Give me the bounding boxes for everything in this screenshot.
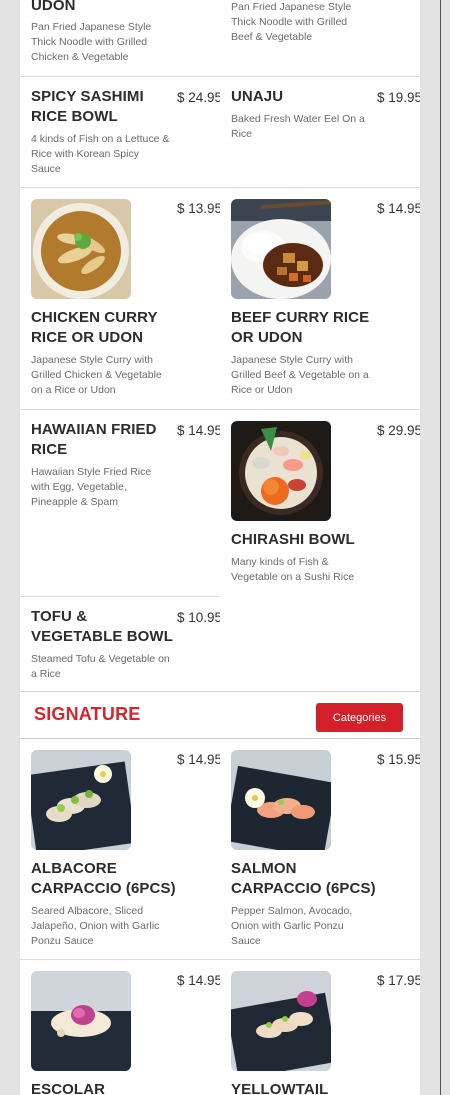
menu-item-udon[interactable]: UDON Pan Fried Japanese Style Thick Nood…	[20, 0, 220, 76]
item-price: $ 14.95	[177, 973, 220, 988]
menu-item-albacore-carpaccio[interactable]: $ 14.95 ALBACORE CARPACCIO (6PCS) Seared…	[20, 739, 220, 959]
menu-item-salmon-carpaccio[interactable]: $ 15.95 SALMON CARPACCIO (6PCS) Pepper S…	[220, 739, 420, 959]
curry-udon-photo[interactable]	[31, 199, 131, 299]
menu-item-spicy-sashimi-rice-bowl[interactable]: SPICY SASHIMI RICE BOWL $ 24.95 4 kinds …	[20, 77, 220, 187]
menu-item-hawaiian-fried-rice[interactable]: HAWAIIAN FRIED RICE $ 14.95 Hawaiian Sty…	[20, 410, 220, 596]
item-name: CHICKEN CURRY RICE OR UDON	[31, 309, 158, 346]
item-name: YELLOWTAIL	[231, 1081, 329, 1095]
albacore-carpaccio-photo[interactable]	[31, 750, 131, 850]
item-name: TOFU & VEGETABLE BOWL	[31, 608, 173, 645]
item-name: SALMON CARPACCIO (6PCS)	[231, 860, 376, 897]
item-description: Japanese Style Curry with Grilled Chicke…	[31, 354, 162, 396]
item-price: $ 24.95	[177, 90, 220, 105]
item-description: Baked Fresh Water Eel On a Rice	[231, 113, 365, 140]
section-header: SIGNATURE Categories	[20, 691, 420, 739]
item-name: UDON	[31, 0, 76, 14]
item-price: $ 19.95	[377, 90, 420, 105]
item-price: $ 29.95	[377, 423, 420, 438]
escolar-photo[interactable]	[31, 971, 131, 1071]
scrollbar-track[interactable]	[440, 0, 441, 1095]
item-price: $ 14.95	[177, 423, 220, 438]
menu-item-chirashi-bowl[interactable]: $ 29.95 CHIRASHI BOWL Many kinds of Fish…	[220, 410, 420, 691]
menu-item-escolar[interactable]: $ 14.95 ESCOLAR	[20, 960, 220, 1095]
menu-item-tofu-vegetable-bowl[interactable]: TOFU & VEGETABLE BOWL $ 10.95 Steamed To…	[20, 597, 220, 691]
menu-item-unaju[interactable]: UNAJU $ 19.95 Baked Fresh Water Eel On a…	[220, 77, 420, 187]
item-description: 4 kinds of Fish on a Lettuce & Rice with…	[31, 133, 170, 175]
item-name: ESCOLAR	[31, 1081, 106, 1095]
item-description: Many kinds of Fish & Vegetable on a Sush…	[231, 556, 355, 583]
item-name: SPICY SASHIMI RICE BOWL	[31, 88, 144, 125]
item-name: HAWAIIAN FRIED RICE	[31, 421, 157, 458]
menu-item-beef-curry[interactable]: $ 14.95 BEEF CURRY RICE OR UDON Japanese…	[220, 188, 420, 409]
item-description: Pan Fried Japanese Style Thick Noodle wi…	[231, 1, 352, 43]
item-price: $ 10.95	[177, 610, 220, 625]
item-price: $ 14.95	[177, 752, 220, 767]
item-description: Hawaiian Style Fried Rice with Egg, Vege…	[31, 466, 152, 508]
categories-button[interactable]: Categories	[316, 703, 403, 732]
menu-page[interactable]: UDON Pan Fried Japanese Style Thick Nood…	[20, 0, 420, 1095]
item-price: $ 14.95	[377, 201, 420, 216]
item-description: Steamed Tofu & Vegetable on a Rice	[31, 653, 170, 680]
item-price: $ 17.95	[377, 973, 420, 988]
item-description: Seared Albacore, Sliced Jalapeño, Onion …	[31, 905, 160, 947]
item-description: Pepper Salmon, Avocado, Onion with Garli…	[231, 905, 353, 947]
menu-item-yellowtail[interactable]: $ 17.95 YELLOWTAIL	[220, 960, 420, 1095]
section-title: SIGNATURE	[34, 704, 141, 724]
item-name: ALBACORE CARPACCIO (6PCS)	[31, 860, 176, 897]
item-price: $ 13.95	[177, 201, 220, 216]
chirashi-bowl-photo[interactable]	[231, 421, 331, 521]
menu-item-chicken-curry[interactable]: $ 13.95 CHICKEN CURRY RICE OR UDON Japan…	[20, 188, 220, 409]
app-frame: UDON Pan Fried Japanese Style Thick Nood…	[0, 0, 450, 1095]
beef-curry-rice-photo[interactable]	[231, 199, 331, 299]
item-name: BEEF CURRY RICE OR UDON	[231, 309, 370, 346]
salmon-carpaccio-photo[interactable]	[231, 750, 331, 850]
item-price: $ 15.95	[377, 752, 420, 767]
item-name: UNAJU	[231, 88, 284, 105]
item-description: Pan Fried Japanese Style Thick Noodle wi…	[31, 21, 152, 63]
menu-item-beef-udon[interactable]: Pan Fried Japanese Style Thick Noodle wi…	[220, 0, 420, 76]
yellowtail-photo[interactable]	[231, 971, 331, 1071]
item-name: CHIRASHI BOWL	[231, 531, 355, 548]
item-description: Japanese Style Curry with Grilled Beef &…	[231, 354, 369, 396]
